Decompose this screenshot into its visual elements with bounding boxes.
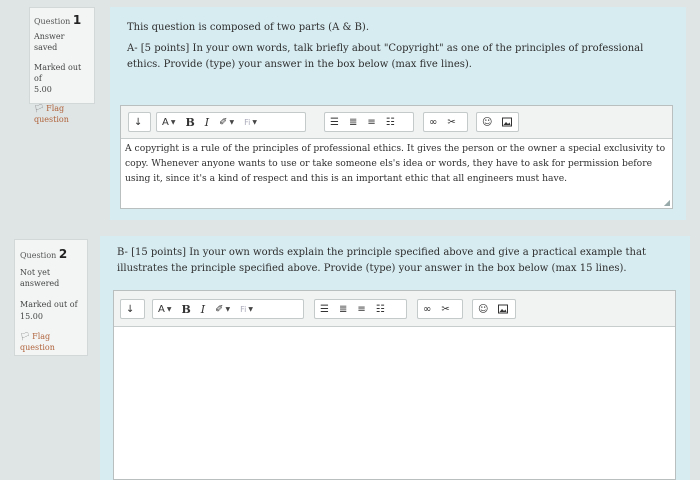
question-1-text: A- [5 points] In your own words, talk br… xyxy=(127,43,644,70)
italic-button[interactable]: I xyxy=(200,113,214,131)
question-1-status: Answer saved xyxy=(34,32,65,52)
question-1-marked-label: Marked out of xyxy=(34,62,82,83)
image-icon[interactable] xyxy=(497,113,517,131)
font-color-button[interactable]: A ▼ xyxy=(157,113,180,131)
font-family-button[interactable]: Fi ▼ xyxy=(239,113,262,131)
toggle-toolbar-icon[interactable]: ↓ xyxy=(121,300,139,318)
question-1-flag-link[interactable]: 🏳︎ Flag question xyxy=(34,104,90,126)
link-icon[interactable]: ∞ xyxy=(418,300,436,318)
question-1-intro: This question is composed of two parts (… xyxy=(127,22,369,33)
question-1-marked-value: 5.00 xyxy=(34,85,52,95)
chevron-down-icon: ▼ xyxy=(225,305,231,313)
chevron-down-icon: ▼ xyxy=(170,118,176,126)
emoji-icon[interactable]: ☺ xyxy=(477,113,497,131)
question-1-answer-text[interactable]: A copyright is a rule of the principles … xyxy=(121,140,672,208)
question-1-answer-editor[interactable]: ↓ A ▼ B I ✐ ▼ Fi ▼ ☰ ≣ ≡ ☷ ∞ ✂ ☺ A copyr… xyxy=(120,105,673,209)
link-icon[interactable]: ∞ xyxy=(424,113,442,131)
font-color-label: A xyxy=(162,116,169,128)
toggle-toolbar-icon[interactable]: ↓ xyxy=(129,113,147,131)
bold-button[interactable]: B xyxy=(180,113,199,131)
question-2-answer-text[interactable] xyxy=(114,328,675,479)
flag-icon: 🏳︎ xyxy=(34,104,45,114)
question-2-info: Question 2 Not yet answered Marked out o… xyxy=(14,239,88,356)
indent-icon[interactable]: ☷ xyxy=(381,113,400,131)
question-2-formulation: B- [15 points] In your own words explain… xyxy=(100,236,690,480)
question-2-number: Question 2 xyxy=(20,247,68,261)
font-family-label: Fi xyxy=(244,117,251,127)
chevron-down-icon: ▼ xyxy=(166,305,172,313)
question-2-flag-link[interactable]: 🏳︎ Flag question xyxy=(20,332,68,354)
chevron-down-icon: ▼ xyxy=(252,118,258,126)
question-1-number: Question 1 xyxy=(34,13,82,27)
question-1-editor-toolbar: ↓ A ▼ B I ✐ ▼ Fi ▼ ☰ ≣ ≡ ☷ ∞ ✂ ☺ xyxy=(121,106,672,139)
italic-button[interactable]: I xyxy=(196,300,210,318)
question-2-marked-label: Marked out of xyxy=(20,299,78,309)
chevron-down-icon: ▼ xyxy=(248,305,254,313)
emoji-icon[interactable]: ☺ xyxy=(473,300,493,318)
ordered-list-icon[interactable]: ≣ xyxy=(344,113,362,131)
brush-icon[interactable]: ✐ ▼ xyxy=(210,300,235,318)
outdent-icon[interactable]: ≡ xyxy=(352,300,370,318)
question-2-status: Not yet answered xyxy=(20,268,60,288)
image-icon[interactable] xyxy=(493,300,513,318)
resize-handle-icon[interactable]: ◢ xyxy=(664,198,670,207)
question-2-text: B- [15 points] In your own words explain… xyxy=(117,247,646,274)
ordered-list-icon[interactable]: ≣ xyxy=(334,300,352,318)
font-family-label: Fi xyxy=(240,304,247,314)
font-color-label: A xyxy=(158,303,165,315)
question-2-marked-value: 15.00 xyxy=(20,311,43,321)
font-color-button[interactable]: A ▼ xyxy=(153,300,176,318)
question-2-answer-editor[interactable]: ↓ A ▼ B I ✐ ▼ Fi ▼ ☰ ≣ ≡ ☷ ∞ ✂ ☺ xyxy=(113,290,676,480)
chevron-down-icon: ▼ xyxy=(229,118,235,126)
unlink-icon[interactable]: ✂ xyxy=(436,300,454,318)
unlink-icon[interactable]: ✂ xyxy=(442,113,460,131)
question-2-editor-toolbar: ↓ A ▼ B I ✐ ▼ Fi ▼ ☰ ≣ ≡ ☷ ∞ ✂ ☺ xyxy=(114,291,675,327)
flag-icon: 🏳︎ xyxy=(20,332,31,342)
question-1-formulation: This question is composed of two parts (… xyxy=(110,7,686,220)
unordered-list-icon[interactable]: ☰ xyxy=(315,300,334,318)
indent-icon[interactable]: ☷ xyxy=(371,300,390,318)
question-1-info: Question 1 Answer saved Marked out of 5.… xyxy=(29,7,95,124)
bold-button[interactable]: B xyxy=(176,300,195,318)
unordered-list-icon[interactable]: ☰ xyxy=(325,113,344,131)
brush-icon[interactable]: ✐ ▼ xyxy=(214,113,239,131)
outdent-icon[interactable]: ≡ xyxy=(362,113,380,131)
font-family-button[interactable]: Fi ▼ xyxy=(235,300,258,318)
